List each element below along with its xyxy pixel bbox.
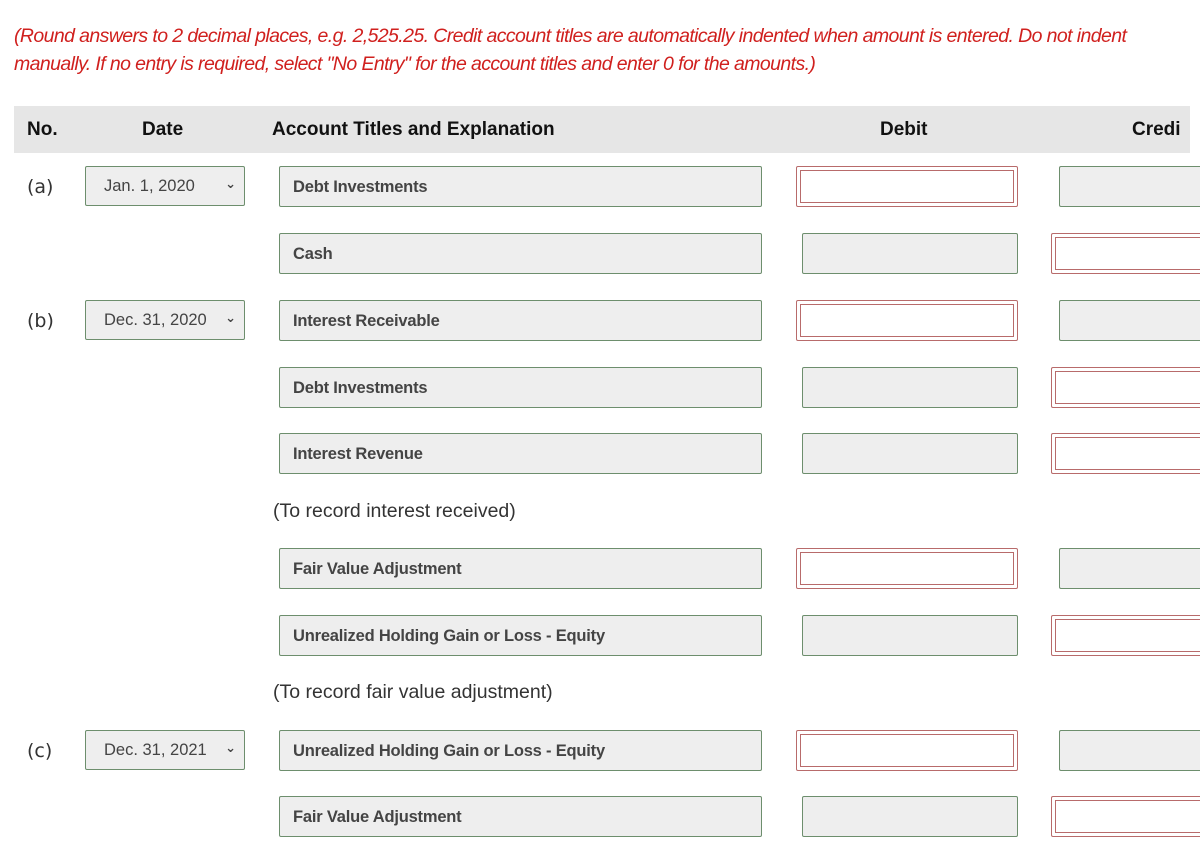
- account-title-input[interactable]: Debt Investments: [279, 367, 762, 408]
- explanation-note: (To record fair value adjustment): [273, 681, 553, 703]
- debit-input[interactable]: [802, 433, 1018, 474]
- account-title-value: Debt Investments: [293, 379, 428, 397]
- header-credit: Credi: [1132, 119, 1181, 140]
- date-select[interactable]: Jan. 1, 2020 ⌄: [85, 166, 245, 206]
- date-value: Dec. 31, 2020: [104, 311, 207, 329]
- account-title-value: Interest Revenue: [293, 445, 423, 463]
- credit-input[interactable]: [1059, 730, 1200, 771]
- journal-row: Unrealized Holding Gain or Loss - Equity: [0, 615, 1200, 657]
- account-title-input[interactable]: Fair Value Adjustment: [279, 796, 762, 837]
- credit-input[interactable]: [1051, 233, 1200, 274]
- entry-label: (a): [27, 176, 54, 198]
- entry-label: (b): [27, 310, 54, 332]
- credit-input[interactable]: [1059, 548, 1200, 589]
- header-account: Account Titles and Explanation: [272, 119, 555, 140]
- account-title-input[interactable]: Unrealized Holding Gain or Loss - Equity: [279, 615, 762, 656]
- credit-input[interactable]: [1051, 615, 1200, 656]
- date-value: Dec. 31, 2021: [104, 741, 207, 759]
- journal-row: Debt Investments: [0, 367, 1200, 409]
- debit-input[interactable]: [796, 548, 1018, 589]
- header-debit: Debit: [880, 119, 928, 140]
- account-title-input[interactable]: Debt Investments: [279, 166, 762, 207]
- debit-input[interactable]: [796, 300, 1018, 341]
- journal-row: Interest Revenue: [0, 433, 1200, 475]
- debit-input[interactable]: [802, 615, 1018, 656]
- account-title-input[interactable]: Fair Value Adjustment: [279, 548, 762, 589]
- account-title-input[interactable]: Cash: [279, 233, 762, 274]
- date-select[interactable]: Dec. 31, 2020 ⌄: [85, 300, 245, 340]
- explanation-note: (To record interest received): [273, 500, 516, 522]
- credit-input[interactable]: [1051, 433, 1200, 474]
- journal-row: (c) Dec. 31, 2021 ⌄ Unrealized Holding G…: [0, 730, 1200, 772]
- journal-row: Fair Value Adjustment: [0, 548, 1200, 590]
- header-date: Date: [142, 119, 184, 140]
- account-title-value: Cash: [293, 245, 333, 263]
- date-value: Jan. 1, 2020: [104, 177, 195, 195]
- date-select[interactable]: Dec. 31, 2021 ⌄: [85, 730, 245, 770]
- account-title-value: Fair Value Adjustment: [293, 560, 462, 578]
- account-title-input[interactable]: Interest Receivable: [279, 300, 762, 341]
- journal-row: Fair Value Adjustment: [0, 796, 1200, 838]
- debit-input[interactable]: [802, 796, 1018, 837]
- credit-input[interactable]: [1051, 367, 1200, 408]
- account-title-value: Debt Investments: [293, 178, 428, 196]
- debit-input[interactable]: [796, 730, 1018, 771]
- account-title-value: Fair Value Adjustment: [293, 808, 462, 826]
- account-title-input[interactable]: Unrealized Holding Gain or Loss - Equity: [279, 730, 762, 771]
- journal-row: (b) Dec. 31, 2020 ⌄ Interest Receivable: [0, 300, 1200, 342]
- chevron-down-icon: ⌄: [225, 740, 236, 755]
- chevron-down-icon: ⌄: [225, 176, 236, 191]
- entry-label: (c): [27, 740, 53, 762]
- table-header: No. Date Account Titles and Explanation …: [14, 106, 1190, 153]
- debit-input[interactable]: [796, 166, 1018, 207]
- account-title-input[interactable]: Interest Revenue: [279, 433, 762, 474]
- debit-input[interactable]: [802, 233, 1018, 274]
- account-title-value: Interest Receivable: [293, 312, 440, 330]
- header-no: No.: [27, 119, 58, 140]
- chevron-down-icon: ⌄: [225, 310, 236, 325]
- debit-input[interactable]: [802, 367, 1018, 408]
- credit-input[interactable]: [1059, 166, 1200, 207]
- credit-input[interactable]: [1051, 796, 1200, 837]
- instructions-text: (Round answers to 2 decimal places, e.g.…: [14, 25, 1127, 75]
- account-title-value: Unrealized Holding Gain or Loss - Equity: [293, 742, 605, 760]
- journal-row: (a) Jan. 1, 2020 ⌄ Debt Investments: [0, 166, 1200, 208]
- journal-row: Cash: [0, 233, 1200, 275]
- credit-input[interactable]: [1059, 300, 1200, 341]
- account-title-value: Unrealized Holding Gain or Loss - Equity: [293, 627, 605, 645]
